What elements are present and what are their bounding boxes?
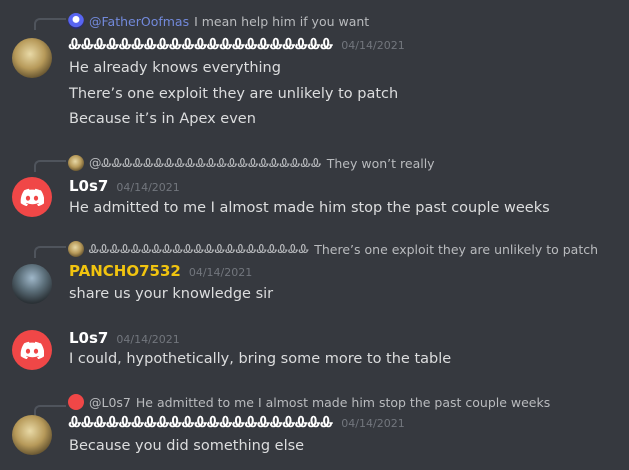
username[interactable]: L0s7 [69,329,108,347]
reply-author[interactable]: ᎲᎲᎲᎲᎲᎲᎲᎲᎲᎲᎲᎲᎲᎲᎲᎲᎲᎲᎲᎲᎲ [89,241,309,257]
discord-avatar-icon [68,394,84,410]
reply-text: He admitted to me I almost made him stop… [135,394,551,410]
reply-preview[interactable]: ᎲᎲᎲᎲᎲᎲᎲᎲᎲᎲᎲᎲᎲᎲᎲᎲᎲᎲᎲᎲᎲ There’s one exploi… [68,241,598,257]
message-header: PANCHO7532 04/14/2021 [69,262,252,280]
reply-text: There’s one exploit they are unlikely to… [314,241,599,257]
message-header: ᎲᎲᎲᎲᎲᎲᎲᎲᎲᎲᎲᎲᎲᎲᎲᎲᎲᎲᎲᎲᎲ 04/14/2021 [69,35,405,53]
message-text: Because it’s in Apex even [69,111,256,127]
reply-text: I mean help him if you want [194,13,370,29]
timestamp: 04/14/2021 [116,181,180,194]
avatar[interactable] [12,38,52,78]
discord-logo-icon [20,341,44,359]
reply-author[interactable]: @ᎲᎲᎲᎲᎲᎲᎲᎲᎲᎲᎲᎲᎲᎲᎲᎲᎲᎲᎲᎲᎲ [89,155,322,171]
avatar[interactable] [12,330,52,370]
message-header: ᎲᎲᎲᎲᎲᎲᎲᎲᎲᎲᎲᎲᎲᎲᎲᎲᎲᎲᎲᎲᎲ 04/14/2021 [69,413,405,431]
message-text: There’s one exploit they are unlikely to… [69,86,399,102]
avatar[interactable] [12,264,52,304]
reply-preview[interactable]: @ᎲᎲᎲᎲᎲᎲᎲᎲᎲᎲᎲᎲᎲᎲᎲᎲᎲᎲᎲᎲᎲ They won’t really [68,155,435,171]
reply-connector [34,18,66,30]
statue-avatar-icon [68,155,84,171]
blue-avatar-icon [68,13,84,29]
reply-connector [34,160,66,172]
message-header: L0s7 04/14/2021 [69,329,180,347]
reply-author[interactable]: @L0s7 [89,395,131,410]
avatar[interactable] [12,177,52,217]
message-text: I could, hypothetically, bring some more… [69,351,452,367]
timestamp: 04/14/2021 [116,333,180,346]
message-text: share us your knowledge sir [69,286,274,302]
message-text: He already knows everything [69,60,281,76]
username[interactable]: ᎲᎲᎲᎲᎲᎲᎲᎲᎲᎲᎲᎲᎲᎲᎲᎲᎲᎲᎲᎲᎲ [69,413,333,431]
reply-text: They won’t really [326,155,435,171]
reply-preview[interactable]: @L0s7 He admitted to me I almost made hi… [68,394,550,410]
reply-connector [34,246,66,258]
reply-author[interactable]: @FatherOofmas [89,14,189,29]
username[interactable]: PANCHO7532 [69,262,181,280]
message-text: Because you did something else [69,438,305,454]
reply-preview[interactable]: @FatherOofmas I mean help him if you wan… [68,13,369,29]
statue-avatar-icon [68,241,84,257]
reply-connector [34,405,66,417]
discord-logo-icon [20,188,44,206]
timestamp: 04/14/2021 [341,39,405,52]
message-header: L0s7 04/14/2021 [69,177,180,195]
avatar[interactable] [12,415,52,455]
username[interactable]: ᎲᎲᎲᎲᎲᎲᎲᎲᎲᎲᎲᎲᎲᎲᎲᎲᎲᎲᎲᎲᎲ [69,35,333,53]
username[interactable]: L0s7 [69,177,108,195]
timestamp: 04/14/2021 [188,266,253,279]
message-text: He admitted to me I almost made him stop… [69,200,550,216]
timestamp: 04/14/2021 [341,417,405,430]
